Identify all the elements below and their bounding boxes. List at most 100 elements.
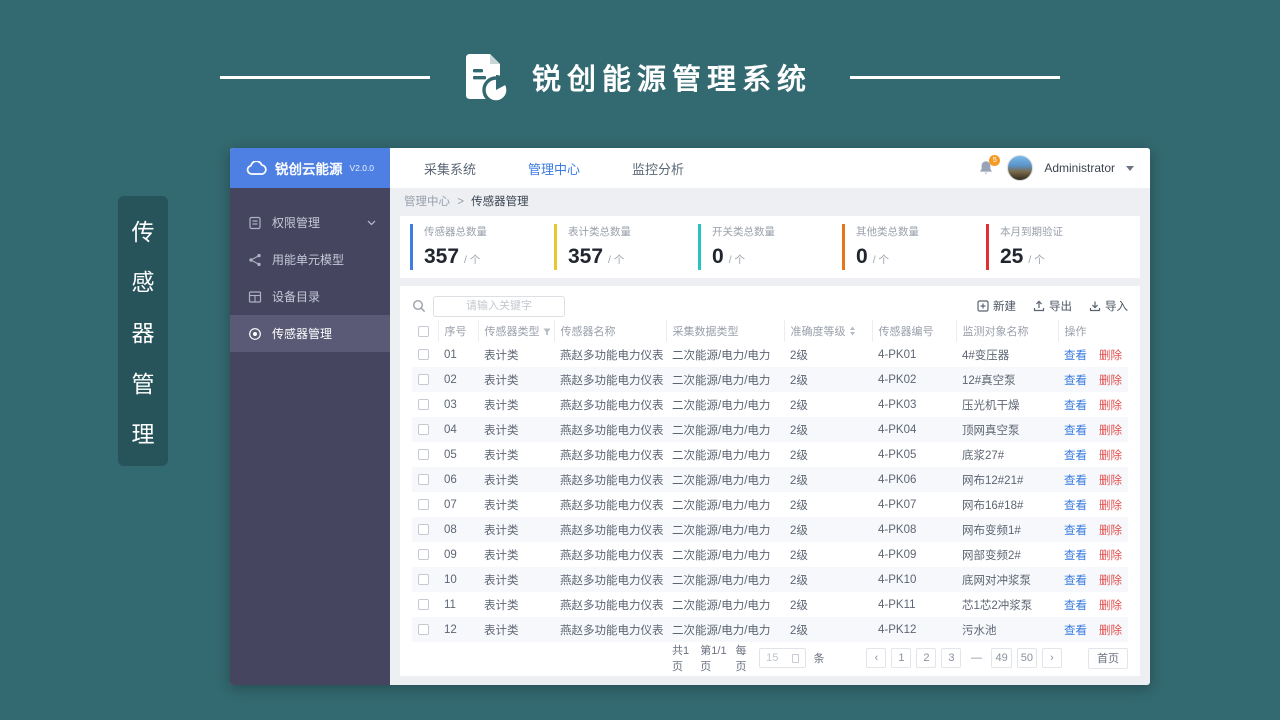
prev-page-button[interactable]: ‹ — [866, 648, 887, 668]
cell-name: 燕赵多功能电力仪表 — [560, 524, 664, 537]
stat-other-total: 其他类总数量 0 / 个 — [842, 224, 986, 270]
nav-item-collection-system[interactable]: 采集系统 — [424, 159, 476, 178]
search-input[interactable] — [433, 295, 565, 317]
view-link[interactable]: 查看 — [1064, 375, 1087, 387]
delete-link[interactable]: 删除 — [1099, 475, 1122, 487]
stat-value: 0 — [856, 245, 868, 268]
page-button-50[interactable]: 50 — [1016, 648, 1037, 668]
stat-value: 25 — [1000, 245, 1024, 268]
sort-icon[interactable] — [849, 326, 856, 336]
cell-no: 02 — [444, 373, 457, 386]
row-checkbox[interactable] — [418, 423, 429, 435]
grid-catalog-icon — [248, 290, 262, 303]
export-icon — [1033, 300, 1045, 312]
cell-code: 4-PK05 — [878, 448, 917, 461]
cell-accuracy: 2级 — [790, 399, 808, 412]
page-button-3[interactable]: 3 — [941, 648, 962, 668]
cell-target: 12#真空泵 — [962, 374, 1016, 387]
sensor-target-icon — [249, 327, 261, 340]
delete-link[interactable]: 删除 — [1099, 350, 1122, 362]
stat-label: 本月到期验证 — [1000, 226, 1063, 238]
cell-accuracy: 2级 — [790, 549, 808, 562]
delete-link[interactable]: 删除 — [1099, 375, 1122, 387]
cell-code: 4-PK03 — [878, 398, 917, 411]
create-button-label: 新建 — [993, 301, 1016, 313]
page-button-2[interactable]: 2 — [916, 648, 937, 668]
row-checkbox[interactable] — [418, 598, 429, 610]
view-link[interactable]: 查看 — [1064, 550, 1087, 562]
breadcrumb-parent[interactable]: 管理中心 — [404, 196, 450, 208]
next-page-button[interactable]: › — [1041, 648, 1062, 668]
delete-link[interactable]: 删除 — [1099, 600, 1122, 612]
delete-link[interactable]: 删除 — [1099, 625, 1122, 637]
sidebar-item-label: 设备目录 — [272, 290, 321, 304]
delete-link[interactable]: 删除 — [1099, 425, 1122, 437]
row-checkbox[interactable] — [418, 523, 429, 535]
view-link[interactable]: 查看 — [1064, 425, 1087, 437]
row-checkbox[interactable] — [418, 448, 429, 460]
side-tag-sensor-management: 传 感 器 管 理 — [118, 196, 168, 466]
page-button-1[interactable]: 1 — [891, 648, 912, 668]
row-checkbox[interactable] — [418, 348, 429, 360]
home-page-button[interactable]: 首页 — [1087, 647, 1128, 669]
cell-type: 表计类 — [484, 549, 519, 562]
app-logo: 锐创云能源 V2.0.0 — [230, 148, 390, 188]
select-all-checkbox[interactable] — [418, 325, 429, 337]
sidebar-item-energy-unit-model[interactable]: 用能单元模型 — [230, 241, 390, 278]
stat-label: 开关类总数量 — [712, 226, 775, 238]
import-button[interactable]: 导入 — [1089, 298, 1128, 314]
sidebar-item-permission-management[interactable]: 权限管理 — [230, 204, 390, 241]
import-icon — [1089, 301, 1101, 312]
filter-funnel-icon[interactable] — [543, 328, 551, 336]
page-ellipsis: — — [966, 648, 987, 668]
view-link[interactable]: 查看 — [1064, 600, 1087, 612]
view-link[interactable]: 查看 — [1064, 475, 1087, 487]
row-checkbox[interactable] — [418, 398, 429, 410]
cell-no: 07 — [444, 498, 457, 511]
view-link[interactable]: 查看 — [1064, 400, 1087, 412]
cell-type: 表计类 — [484, 599, 519, 612]
view-link[interactable]: 查看 — [1064, 350, 1087, 362]
delete-link[interactable]: 删除 — [1099, 500, 1122, 512]
view-link[interactable]: 查看 — [1064, 500, 1087, 512]
cell-code: 4-PK06 — [878, 473, 917, 486]
logo-name: 锐创云能源 — [274, 162, 343, 177]
export-button[interactable]: 导出 — [1033, 298, 1072, 314]
cell-data-type: 二次能源/电力/电力 — [672, 374, 771, 387]
nav-item-monitoring-analysis[interactable]: 监控分析 — [632, 159, 684, 178]
user-name[interactable]: Administrator — [1044, 161, 1115, 175]
page-button-49[interactable]: 49 — [991, 648, 1012, 668]
row-checkbox[interactable] — [418, 548, 429, 560]
row-checkbox[interactable] — [418, 373, 429, 385]
delete-link[interactable]: 删除 — [1099, 575, 1122, 587]
cell-name: 燕赵多功能电力仪表 — [560, 349, 664, 362]
notification-bell-icon[interactable]: 5 — [978, 155, 1001, 177]
delete-link[interactable]: 删除 — [1099, 450, 1122, 462]
row-checkbox[interactable] — [418, 573, 429, 585]
delete-link[interactable]: 删除 — [1099, 400, 1122, 412]
row-checkbox[interactable] — [418, 498, 429, 510]
cell-accuracy: 2级 — [790, 474, 808, 487]
delete-link[interactable]: 删除 — [1099, 525, 1122, 537]
view-link[interactable]: 查看 — [1064, 450, 1087, 462]
sidebar-item-sensor-management[interactable]: 传感器管理 — [230, 315, 390, 352]
cell-code: 4-PK12 — [878, 623, 917, 636]
cell-name: 燕赵多功能电力仪表 — [560, 549, 664, 562]
view-link[interactable]: 查看 — [1064, 575, 1087, 587]
cell-no: 05 — [444, 448, 457, 461]
row-checkbox[interactable] — [418, 623, 429, 635]
caret-down-icon[interactable] — [1126, 165, 1134, 171]
import-button-label: 导入 — [1105, 301, 1128, 313]
view-link[interactable]: 查看 — [1064, 525, 1087, 537]
create-button[interactable]: 新建 — [977, 298, 1016, 314]
breadcrumb-separator: > — [457, 196, 464, 208]
row-checkbox[interactable] — [418, 473, 429, 485]
delete-link[interactable]: 删除 — [1099, 550, 1122, 562]
per-page-select[interactable]: 15 — [759, 648, 807, 668]
view-link[interactable]: 查看 — [1064, 625, 1087, 637]
cell-accuracy: 2级 — [790, 524, 808, 537]
sidebar-item-device-catalog[interactable]: 设备目录 — [230, 278, 390, 315]
avatar[interactable] — [1007, 155, 1034, 181]
nav-item-management-center[interactable]: 管理中心 — [528, 159, 580, 178]
cell-name: 燕赵多功能电力仪表 — [560, 399, 664, 412]
